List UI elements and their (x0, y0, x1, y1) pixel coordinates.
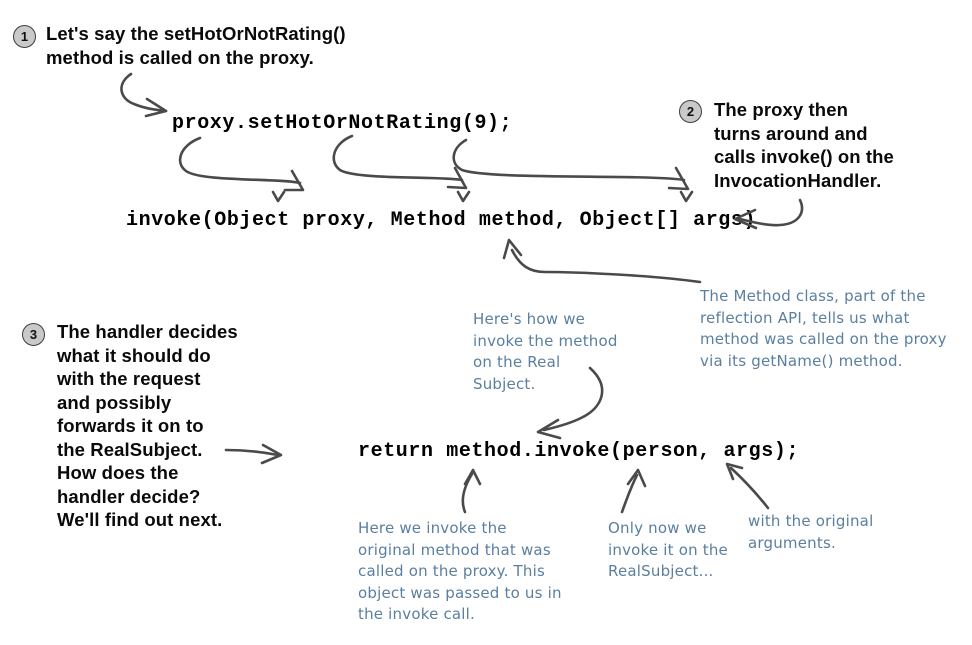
step-2-badge: 2 (679, 100, 702, 123)
step-2-number: 2 (679, 100, 702, 123)
arrow-step1-to-proxy-call (120, 72, 168, 118)
code-return-statement: return method.invoke(person, args); (358, 440, 800, 463)
annotation-original-method: Here we invoke the original method that … (358, 519, 562, 623)
tick-marks (271, 190, 694, 203)
arrow-real-subject-to-person (620, 468, 647, 514)
arrow-method-name-to-method-param (332, 134, 468, 190)
code-invoke-signature: invoke(Object proxy, Method method, Obje… (126, 209, 757, 232)
step-1-number: 1 (13, 25, 36, 48)
arrow-argument-to-args-param (452, 138, 690, 191)
arrow-original-method-to-invoke (461, 468, 482, 514)
annotation-real-subject: Only now we invoke it on the RealSubject… (608, 519, 728, 580)
annotation-original-arguments: with the original arguments. (748, 512, 874, 552)
arrow-method-note-to-method-param (502, 238, 702, 284)
figure-canvas: 1 Let's say the setHotOrNotRating() meth… (0, 0, 972, 645)
code-proxy-call: proxy.setHotOrNotRating(9); (172, 112, 513, 135)
annotation-method-class: The Method class, part of the reflection… (700, 287, 947, 370)
step-3-badge: 3 (22, 323, 45, 346)
step-3-number: 3 (22, 323, 45, 346)
arrow-arguments-to-args (725, 462, 770, 510)
step-1-text: Let's say the setHotOrNotRating() method… (46, 23, 346, 68)
arrow-proxy-to-invoke-object (178, 136, 305, 192)
step-2-text: The proxy then turns around and calls in… (714, 99, 894, 191)
step-3-text: The handler decides what it should do wi… (57, 321, 238, 530)
annotation-invoke-on-real-subject: Here's how we invoke the method on the R… (473, 310, 618, 393)
step-1-badge: 1 (13, 25, 36, 48)
